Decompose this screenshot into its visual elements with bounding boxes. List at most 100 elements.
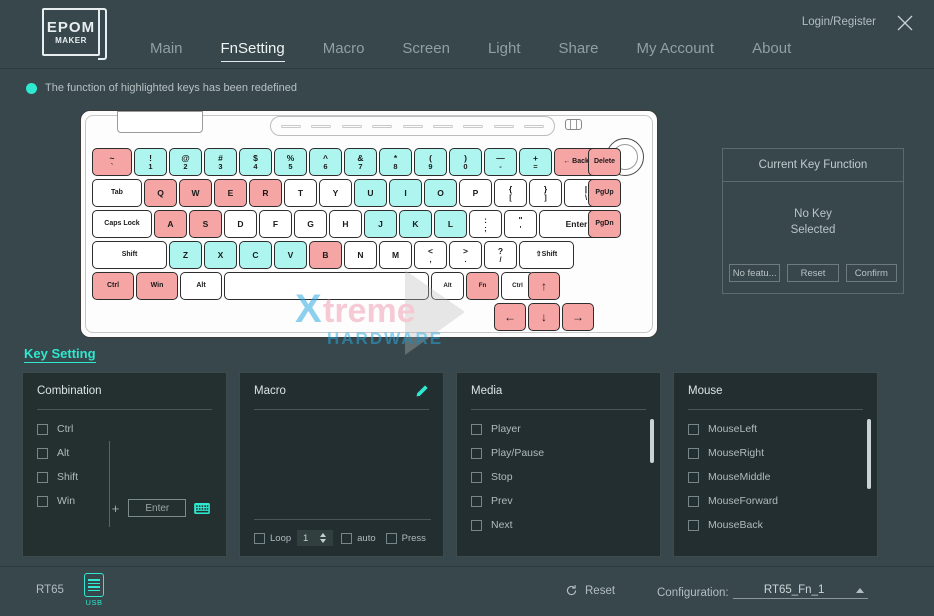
nav-item-main[interactable]: Main [150, 40, 183, 62]
key-space[interactable]: {[ [494, 179, 527, 207]
checkbox-loop[interactable] [254, 532, 265, 544]
key-space[interactable]: ^ 6 [309, 148, 342, 176]
checkbox-mouseright[interactable] [688, 447, 699, 459]
checkbox-row-stop[interactable]: Stop [471, 471, 646, 483]
checkbox-mousemiddle[interactable] [688, 471, 699, 483]
key-b[interactable]: B [309, 241, 342, 269]
key-space[interactable]: (9 [414, 148, 447, 176]
checkbox-row-mousemiddle[interactable]: MouseMiddle [688, 471, 863, 483]
nav-item-share[interactable]: Share [558, 40, 598, 62]
login-register-link[interactable]: Login/Register [802, 16, 876, 28]
checkbox-row-win[interactable]: Win [37, 495, 109, 507]
key-pgup[interactable]: PgUp [588, 179, 621, 207]
key-space[interactable]: #3 [204, 148, 237, 176]
key-space[interactable]: * 8 [379, 148, 412, 176]
nav-item-my-account[interactable]: My Account [637, 40, 715, 62]
key-space[interactable]: & 7 [344, 148, 377, 176]
key-pgdn[interactable]: PgDn [588, 210, 621, 238]
combination-key-input[interactable]: Enter [128, 499, 187, 517]
key-space[interactable]: @2 [169, 148, 202, 176]
key-a[interactable]: A [154, 210, 187, 238]
key-o[interactable]: O [424, 179, 457, 207]
key-win[interactable]: Win [136, 272, 178, 300]
key-fn[interactable]: Fn [466, 272, 499, 300]
arrow-right-key[interactable]: → [562, 303, 594, 331]
checkbox-stop[interactable] [471, 471, 482, 483]
reset-button[interactable]: Reset [565, 584, 615, 597]
key-h[interactable]: H [329, 210, 362, 238]
key-p[interactable]: P [459, 179, 492, 207]
close-icon[interactable] [894, 12, 916, 34]
nav-item-light[interactable]: Light [488, 40, 521, 62]
arrow-left-key[interactable]: ← [494, 303, 526, 331]
checkbox-row-shift[interactable]: Shift [37, 471, 109, 483]
checkbox-row-ctrl[interactable]: Ctrl [37, 423, 109, 435]
checkbox-ctrl[interactable] [37, 423, 48, 435]
key-shift[interactable]: ⇧Shift [519, 241, 574, 269]
key-n[interactable]: N [344, 241, 377, 269]
confirm-key-button[interactable]: Confirm [845, 264, 897, 282]
key-ctrl[interactable]: Ctrl [92, 272, 134, 300]
key-delete[interactable]: Delete [588, 148, 621, 176]
key-space[interactable]: <, [414, 241, 447, 269]
mouse-scrollbar[interactable] [867, 419, 871, 535]
key-s[interactable]: S [189, 210, 222, 238]
loop-count-stepper[interactable]: 1 [297, 530, 334, 546]
checkbox-row-mouseright[interactable]: MouseRight [688, 447, 863, 459]
key-space[interactable]: ~ ` [92, 148, 132, 176]
key-c[interactable]: C [239, 241, 272, 269]
caret-up-icon[interactable] [855, 587, 864, 593]
nav-item-fnsetting[interactable]: FnSetting [220, 40, 285, 62]
checkbox-prev[interactable] [471, 495, 482, 507]
key-j[interactable]: J [364, 210, 397, 238]
keyboard-visual[interactable]: ~ `! 1 @2 #3 $4% 5 ^ 6 & 7 * 8(9) 0— - + = ← Backspace Tab… [80, 110, 658, 355]
checkbox-win[interactable] [37, 495, 48, 507]
checkbox-row-mouseforward[interactable]: MouseForward [688, 495, 863, 507]
key-f[interactable]: F [259, 210, 292, 238]
checkbox-mouseforward[interactable] [688, 495, 699, 507]
checkbox-player[interactable] [471, 423, 482, 435]
key-e[interactable]: E [214, 179, 247, 207]
key-k[interactable]: K [399, 210, 432, 238]
configuration-dropdown[interactable]: RT65_Fn_1 [732, 584, 868, 599]
key-space[interactable]: + = [519, 148, 552, 176]
key-caps-lock[interactable]: Caps Lock [92, 210, 152, 238]
checkbox-shift[interactable] [37, 471, 48, 483]
checkbox-press[interactable] [385, 532, 397, 544]
checkbox-mouseback[interactable] [688, 519, 699, 531]
nav-item-macro[interactable]: Macro [323, 40, 365, 62]
key-r[interactable]: R [249, 179, 282, 207]
key-shift[interactable]: Shift [92, 241, 167, 269]
key-space[interactable]: ? / [484, 241, 517, 269]
key-w[interactable]: W [179, 179, 212, 207]
checkbox-row-prev[interactable]: Prev [471, 495, 646, 507]
checkbox-row-alt[interactable]: Alt [37, 447, 109, 459]
checkbox-row-next[interactable]: Next [471, 519, 646, 531]
key-q[interactable]: Q [144, 179, 177, 207]
stepper-arrows-icon[interactable] [314, 533, 331, 543]
usb-connection-indicator[interactable]: USB [84, 573, 104, 607]
media-scrollbar[interactable] [650, 419, 654, 535]
reset-key-button[interactable]: Reset [787, 264, 839, 282]
key-space[interactable]: }] [529, 179, 562, 207]
nav-item-screen[interactable]: Screen [402, 40, 450, 62]
key-t[interactable]: T [284, 179, 317, 207]
key-setting-title[interactable]: Key Setting [24, 346, 96, 363]
pencil-icon[interactable] [415, 384, 429, 398]
key-u[interactable]: U [354, 179, 387, 207]
key-tab[interactable]: Tab [92, 179, 142, 207]
key-space[interactable]: :; [469, 210, 502, 238]
key-space[interactable]: $4 [239, 148, 272, 176]
key-z[interactable]: Z [169, 241, 202, 269]
key-alt[interactable]: Alt [431, 272, 464, 300]
key-space[interactable]: >. [449, 241, 482, 269]
mouse-scrollbar-thumb[interactable] [867, 419, 871, 489]
key-i[interactable]: I [389, 179, 422, 207]
key-l[interactable]: L [434, 210, 467, 238]
arrow-down-key[interactable]: ↓ [528, 303, 560, 331]
key-space[interactable] [224, 272, 429, 300]
key-v[interactable]: V [274, 241, 307, 269]
checkbox-row-player[interactable]: Player [471, 423, 646, 435]
key-space[interactable]: ) 0 [449, 148, 482, 176]
key-y[interactable]: Y [319, 179, 352, 207]
